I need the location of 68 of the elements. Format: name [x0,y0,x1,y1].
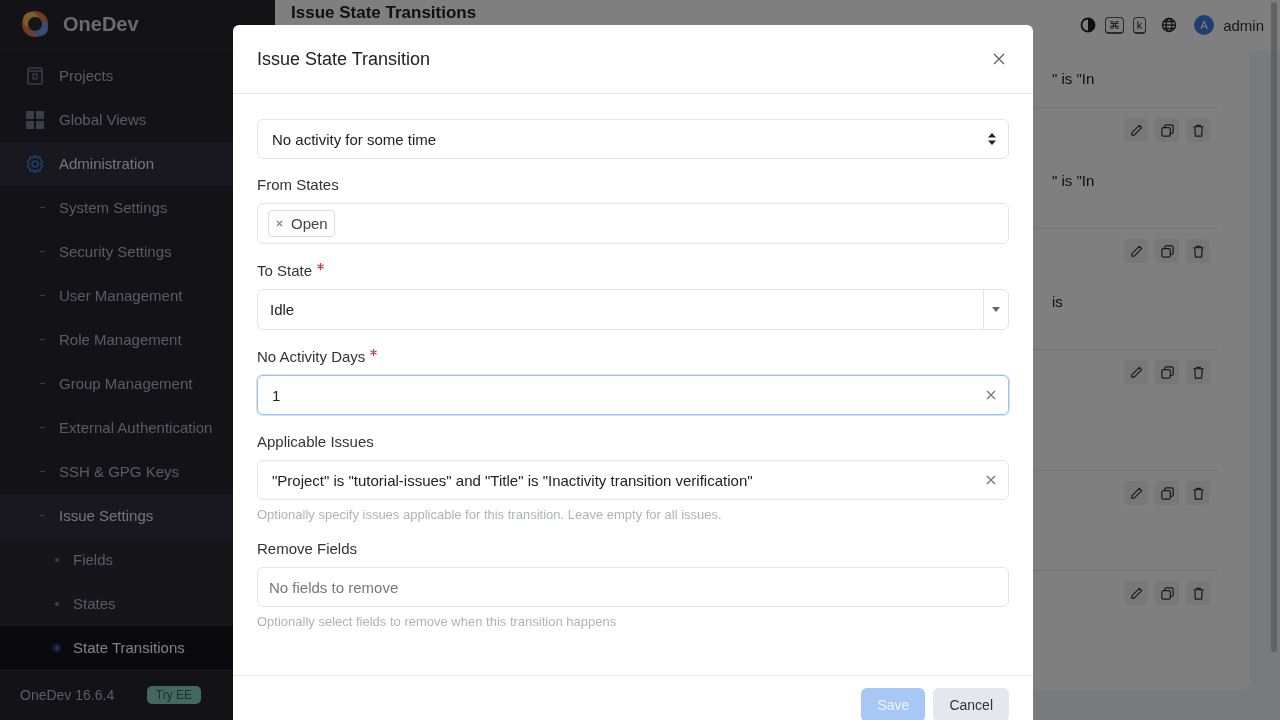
transition-condition: " is "In [1052,172,1095,189]
delete-button[interactable] [1186,239,1210,263]
copy-icon [1159,364,1175,380]
dropdown-icon [992,307,1000,312]
state-tag: Open [268,210,335,237]
settings-icon [25,153,45,174]
copy-icon [1159,585,1175,601]
book-icon [25,65,45,86]
from-states-field[interactable]: Open [257,203,1009,244]
cancel-button[interactable]: Cancel [933,688,1009,720]
clear-icon[interactable] [986,390,996,400]
scrollbar[interactable] [1271,2,1277,652]
keyboard-key[interactable]: k [1132,16,1147,34]
brand-name: OneDev [63,12,139,36]
field-label: Applicable Issues [257,433,374,451]
trash-icon [1190,485,1206,501]
page-title: Issue State Transitions [291,3,477,22]
user-name[interactable]: admin [1223,16,1264,34]
trash-icon [1190,585,1206,601]
close-button[interactable] [991,51,1007,67]
field-label: No Activity Days [257,348,378,366]
edit-button[interactable] [1124,581,1148,605]
copy-button[interactable] [1155,239,1179,263]
trash-icon [1190,364,1206,380]
remove-icon[interactable] [276,220,283,227]
copy-button[interactable] [1155,118,1179,142]
input-field[interactable]: "Project" is "tutorial-issues" and "Title" is "Inactivity transition verification" [257,460,1009,500]
grid-icon [25,109,45,130]
edit-button[interactable] [1124,239,1148,263]
transition-condition: " is "In [1052,70,1095,87]
close-icon [993,53,1005,65]
globe-icon[interactable] [1161,17,1178,33]
version-label: OneDev 16.6.4 [20,687,115,704]
pencil-icon [1128,364,1144,380]
delete-button[interactable] [1186,581,1210,605]
pencil-icon [1128,585,1144,601]
input-field[interactable]: 1 [257,375,1009,415]
copy-button[interactable] [1155,481,1179,505]
copy-button[interactable] [1155,360,1179,384]
pencil-icon [1128,485,1144,501]
delete-button[interactable] [1186,360,1210,384]
keyboard-key[interactable]: ⌘ [1104,16,1124,34]
copy-icon [1159,122,1175,138]
user-avatar[interactable]: A [1194,15,1215,35]
pencil-icon [1128,122,1144,138]
edit-button[interactable] [1124,481,1148,505]
required-icon [317,263,325,270]
edit-button[interactable] [1124,118,1148,142]
dialog-title: Issue State Transition [257,48,431,70]
state-select[interactable]: Idle [257,289,1009,330]
sort-caret-icon [988,133,996,145]
transition-condition: is [1052,293,1063,310]
input-field[interactable]: No fields to remove [257,567,1009,607]
edit-button[interactable] [1124,360,1148,384]
trigger-select[interactable]: No activity for some time [257,119,1009,159]
required-icon [370,349,378,356]
logo-icon [21,10,49,39]
copy-button[interactable] [1155,581,1179,605]
trash-icon [1190,243,1206,259]
contrast-icon[interactable] [1079,17,1096,33]
trash-icon [1190,122,1206,138]
copy-icon [1159,243,1175,259]
copy-icon [1159,485,1175,501]
field-label: To State [257,262,325,280]
clear-icon[interactable] [986,475,996,485]
delete-button[interactable] [1186,481,1210,505]
delete-button[interactable] [1186,118,1210,142]
pencil-icon [1128,243,1144,259]
